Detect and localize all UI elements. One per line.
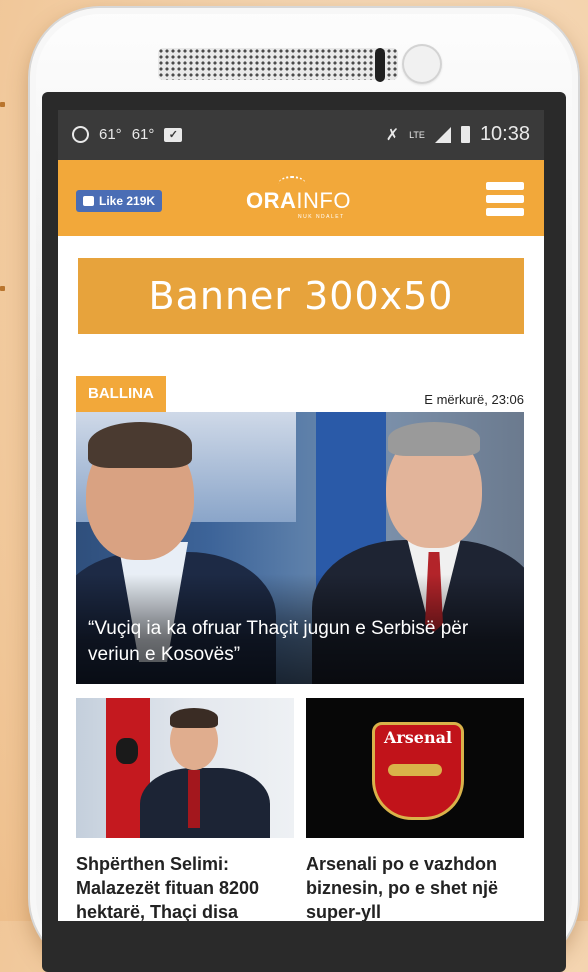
hero-headline[interactable]: “Vuçiq ia ka ofruar Thaçit jugun e Serbi… xyxy=(88,616,518,668)
article-title[interactable]: Arsenali po e vazhdon biznesin, po e she… xyxy=(306,852,524,921)
phone-screen: 61° 61° ✓ ✗ LTE 10:38 Like 219K ORAINFO … xyxy=(58,110,544,921)
person-hair xyxy=(170,708,218,728)
logo-tagline: NUK NDALET xyxy=(298,214,345,220)
cannon-icon xyxy=(388,764,442,776)
hamburger-menu-icon[interactable] xyxy=(486,182,524,216)
hero-person-right-hair xyxy=(388,422,480,456)
temp-reading-2: 61° xyxy=(131,126,155,143)
network-type: LTE xyxy=(409,129,425,140)
alarm-icon xyxy=(72,126,89,143)
hero-person-left-hair xyxy=(88,422,192,468)
clock: 10:38 xyxy=(479,123,530,145)
temp-reading-1: 61° xyxy=(99,126,122,143)
decor-dot-top xyxy=(0,102,5,107)
person-body xyxy=(140,768,270,838)
phone-camera xyxy=(402,44,442,84)
section-tag[interactable]: BALLINA xyxy=(76,376,166,412)
decor-dot-bottom xyxy=(0,286,5,291)
phone-speaker xyxy=(158,48,398,80)
shopping-bag-icon: ✓ xyxy=(164,127,183,142)
site-logo[interactable]: ORAINFO NUK NDALET xyxy=(246,176,351,220)
thumbs-up-icon xyxy=(83,196,94,206)
ad-banner[interactable]: Banner 300x50 xyxy=(78,258,524,334)
article-card[interactable]: Arsenal Arsenali po e vazhdon biznesin, … xyxy=(306,698,524,921)
like-label: Like 219K xyxy=(99,194,156,208)
article-title[interactable]: Shpërthen Selimi: Malazezët fituan 8200 … xyxy=(76,852,294,921)
crest-label: Arsenal xyxy=(383,728,453,747)
app-header: Like 219K ORAINFO NUK NDALET xyxy=(58,160,544,236)
section-date: E mërkurë, 23:06 xyxy=(424,392,524,407)
phone-sensor xyxy=(375,48,385,82)
status-bar: 61° 61° ✓ ✗ LTE 10:38 xyxy=(58,110,544,160)
person-tie xyxy=(188,770,200,828)
signal-icon xyxy=(434,126,451,143)
article-thumbnail[interactable] xyxy=(76,698,294,838)
battery-icon xyxy=(460,126,470,143)
eagle-emblem-icon xyxy=(116,738,138,764)
facebook-like-button[interactable]: Like 219K xyxy=(76,190,163,212)
hero-article[interactable]: “Vuçiq ia ka ofruar Thaçit jugun e Serbi… xyxy=(76,412,524,684)
logo-rays-icon xyxy=(278,176,306,192)
article-thumbnail[interactable]: Arsenal xyxy=(306,698,524,838)
section-header: BALLINA E mërkurë, 23:06 xyxy=(76,376,524,412)
mute-icon: ✗ xyxy=(385,126,400,144)
article-card[interactable]: Shpërthen Selimi: Malazezët fituan 8200 … xyxy=(76,698,294,921)
